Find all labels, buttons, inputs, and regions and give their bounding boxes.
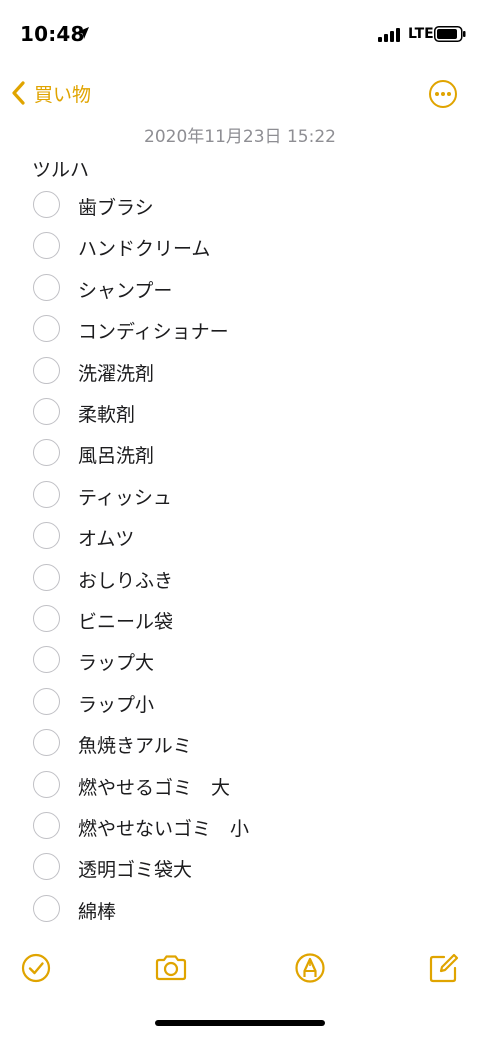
checklist-item[interactable]: 透明ゴミ袋大	[0, 846, 480, 886]
checklist-item[interactable]: ティッシュ	[0, 474, 480, 514]
checkbox[interactable]	[33, 729, 60, 757]
checklist-item-label[interactable]: 風呂洗剤	[78, 441, 154, 468]
checkbox[interactable]	[33, 439, 60, 467]
checklist-item-label[interactable]: オムツ	[78, 524, 134, 551]
checkbox[interactable]	[33, 480, 60, 508]
checklist-item-label[interactable]: 洗濯洗剤	[78, 359, 154, 386]
checkbox[interactable]	[33, 273, 60, 301]
checklist-item-label[interactable]: ティッシュ	[78, 483, 172, 510]
checklist-item[interactable]: おしりふき	[0, 557, 480, 597]
checklist-item[interactable]: 風呂洗剤	[0, 432, 480, 472]
bottom-toolbar	[0, 945, 480, 989]
status-time: 10:48	[20, 22, 85, 46]
checklist-item-label[interactable]: 魚焼きアルミ	[78, 731, 192, 758]
checklist-item-label[interactable]: 綿棒	[78, 897, 116, 924]
checkbox[interactable]	[33, 894, 60, 922]
notes-screen: 10:48 LTE 買い物 2020年11月23日 15:22 ツルハ 歯ブラシ…	[0, 0, 480, 1038]
back-label: 買い物	[34, 83, 92, 106]
status-bar: 10:48 LTE	[0, 0, 480, 62]
checkbox[interactable]	[33, 232, 60, 260]
checkbox[interactable]	[33, 398, 60, 425]
checklist-icon[interactable]	[19, 951, 53, 985]
checklist-item-label[interactable]: ラップ大	[78, 648, 154, 675]
checklist-item[interactable]: 魚焼きアルミ	[0, 722, 480, 762]
checklist-item[interactable]: ビニール袋	[0, 598, 480, 638]
checklist-item-label[interactable]: 燃やせないゴミ 小	[78, 814, 249, 841]
network-type: LTE	[408, 26, 434, 42]
checkbox[interactable]	[33, 315, 60, 343]
checkbox[interactable]	[33, 563, 60, 591]
back-button[interactable]: 買い物	[8, 78, 91, 108]
checklist-item[interactable]: 柔軟剤	[0, 391, 480, 431]
checkbox[interactable]	[33, 853, 60, 881]
checkbox[interactable]	[33, 770, 60, 798]
checkbox[interactable]	[33, 191, 60, 218]
checklist-item[interactable]: 燃やせるゴミ 大	[0, 764, 480, 804]
checklist-item[interactable]: ラップ大	[0, 639, 480, 679]
markup-pen-icon[interactable]	[293, 951, 327, 985]
cellular-signal-icon	[378, 28, 400, 42]
checklist-item[interactable]: ハンドクリーム	[0, 225, 480, 265]
more-options-icon[interactable]	[428, 79, 458, 109]
checklist-item-label[interactable]: 柔軟剤	[78, 400, 135, 427]
checklist-item[interactable]: コンディショナー	[0, 308, 480, 348]
navigation-bar: 買い物	[0, 70, 480, 116]
checkbox[interactable]	[33, 605, 60, 632]
chevron-left-icon	[12, 81, 25, 105]
checklist-item[interactable]: シャンプー	[0, 267, 480, 307]
checklist-item-label[interactable]: シャンプー	[78, 276, 172, 303]
location-arrow-icon	[77, 27, 89, 39]
checklist-item[interactable]: 綿棒	[0, 888, 480, 928]
checkbox[interactable]	[33, 356, 60, 384]
checklist-item-label[interactable]: 燃やせるゴミ 大	[78, 773, 230, 800]
note-date: 2020年11月23日 15:22	[144, 127, 336, 147]
camera-icon[interactable]	[154, 951, 188, 985]
checkbox[interactable]	[33, 812, 60, 839]
checklist-item-label[interactable]: コンディショナー	[78, 317, 229, 344]
checklist-item-label[interactable]: 歯ブラシ	[78, 193, 154, 220]
checkbox[interactable]	[33, 646, 60, 674]
compose-icon[interactable]	[427, 951, 461, 985]
checklist-item-label[interactable]: ラップ小	[78, 690, 154, 717]
note-title[interactable]: ツルハ	[32, 155, 89, 182]
checklist-item-label[interactable]: ビニール袋	[78, 607, 173, 634]
battery-icon	[434, 26, 466, 42]
checklist-item-label[interactable]: ハンドクリーム	[78, 234, 210, 261]
checklist-item[interactable]: オムツ	[0, 515, 480, 555]
checklist-item[interactable]: 歯ブラシ	[0, 184, 480, 224]
checklist-item[interactable]: 洗濯洗剤	[0, 350, 480, 390]
checkbox[interactable]	[33, 687, 60, 715]
checklist-item-label[interactable]: おしりふき	[78, 566, 173, 593]
checkbox[interactable]	[33, 522, 60, 550]
checklist-item[interactable]: 燃やせないゴミ 小	[0, 805, 480, 845]
checklist-item[interactable]: ラップ小	[0, 681, 480, 721]
checklist-item-label[interactable]: 透明ゴミ袋大	[78, 855, 192, 882]
home-indicator[interactable]	[155, 1020, 325, 1026]
